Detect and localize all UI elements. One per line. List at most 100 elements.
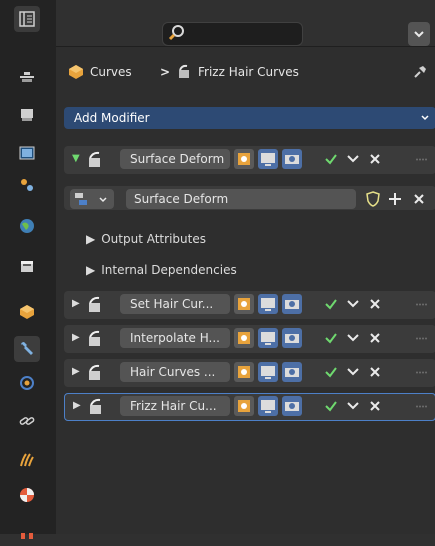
breadcrumb-separator: > — [160, 65, 171, 79]
chevron-down-icon — [421, 115, 429, 121]
drag-handle-icon[interactable] — [416, 337, 428, 340]
remove-modifier-button[interactable] — [366, 362, 384, 382]
add-modifier-button[interactable]: Add Modifier — [64, 107, 435, 129]
texture-icon[interactable] — [14, 520, 40, 546]
modifier-name-field[interactable]: Set Hair Cur... — [120, 294, 230, 314]
viewport-display-toggle[interactable] — [258, 396, 278, 416]
edit-mode-icon — [238, 332, 250, 344]
apply-check-button[interactable] — [322, 294, 340, 314]
fake-user-toggle[interactable] — [364, 189, 382, 209]
modifier-menu-button[interactable] — [344, 396, 362, 416]
render-icon[interactable] — [14, 102, 40, 128]
particles-icon[interactable] — [14, 370, 40, 396]
modifier-menu-button[interactable] — [344, 328, 362, 348]
node-group-browse-button[interactable] — [70, 189, 114, 209]
tool-settings-icon[interactable] — [14, 64, 40, 90]
output-icon[interactable] — [14, 140, 40, 166]
plus-icon — [389, 193, 401, 205]
search-input[interactable] — [162, 22, 303, 46]
modifier-panel-interpolate-hair[interactable]: ▶ Interpolate H... — [64, 325, 435, 353]
modifier-name-field[interactable]: Frizz Hair Cu... — [120, 396, 230, 416]
node-tree-icon — [75, 193, 87, 205]
material-icon[interactable] — [14, 482, 40, 508]
expand-triangle-icon[interactable]: ▶ — [72, 298, 80, 309]
unlink-node-group-button[interactable] — [410, 189, 428, 209]
close-icon — [370, 154, 380, 164]
modifier-name-field[interactable]: Hair Curves ... — [120, 362, 230, 382]
apply-check-button[interactable] — [322, 362, 340, 382]
edit-mode-toggle[interactable] — [234, 362, 254, 382]
properties-editor: Curves > Frizz Hair Curves Add Modifier … — [0, 0, 435, 539]
modifier-name: Frizz Hair Cu... — [130, 399, 217, 413]
edit-mode-icon — [238, 298, 250, 310]
expand-triangle-icon[interactable]: ▶ — [73, 400, 81, 411]
geometry-nodes-icon — [86, 296, 104, 317]
modifier-panel-set-hair-curves[interactable]: ▶ Set Hair Cur... — [64, 291, 435, 319]
world-icon[interactable] — [14, 213, 40, 239]
remove-modifier-button[interactable] — [366, 149, 384, 169]
modifier-wrench-icon[interactable] — [14, 336, 40, 362]
remove-modifier-button[interactable] — [366, 294, 384, 314]
drag-handle-icon[interactable] — [416, 158, 428, 161]
apply-check-button[interactable] — [322, 396, 340, 416]
modifier-menu-button[interactable] — [344, 149, 362, 169]
expand-triangle-icon[interactable]: ▼ — [72, 153, 80, 164]
expand-triangle-icon[interactable]: ▶ — [72, 332, 80, 343]
expand-triangle-icon[interactable]: ▶ — [72, 366, 80, 377]
render-toggle[interactable] — [282, 149, 302, 169]
apply-check-button[interactable] — [322, 328, 340, 348]
drag-handle-icon[interactable] — [416, 303, 428, 306]
modifier-name-field[interactable]: Interpolate H... — [120, 328, 230, 348]
viewport-display-toggle[interactable] — [258, 328, 278, 348]
node-group-name-field[interactable]: Surface Deform — [126, 189, 356, 209]
object-icon[interactable] — [14, 299, 40, 325]
remove-modifier-button[interactable] — [366, 328, 384, 348]
internal-dependencies-section[interactable]: ▶ Internal Dependencies — [86, 263, 237, 277]
render-toggle[interactable] — [282, 294, 302, 314]
edit-mode-icon — [238, 366, 250, 378]
render-toggle[interactable] — [282, 396, 302, 416]
drag-handle-icon[interactable] — [416, 405, 428, 408]
modifier-menu-button[interactable] — [344, 294, 362, 314]
edit-mode-toggle[interactable] — [234, 328, 254, 348]
edit-mode-toggle[interactable] — [234, 149, 254, 169]
drag-handle-icon[interactable] — [416, 371, 428, 374]
modifier-panel-frizz-hair-curves[interactable]: ▶ Frizz Hair Cu... — [64, 393, 435, 421]
monitor-icon — [261, 153, 275, 166]
search-icon — [168, 24, 186, 42]
view-layer-icon[interactable] — [14, 172, 40, 198]
constraints-icon[interactable] — [14, 408, 40, 434]
section-label: Internal Dependencies — [101, 263, 237, 277]
modifier-name: Hair Curves ... — [130, 365, 216, 379]
close-icon — [370, 367, 380, 377]
edit-mode-toggle[interactable] — [234, 396, 254, 416]
data-curves-icon[interactable] — [14, 447, 40, 473]
check-icon — [325, 333, 337, 344]
pin-icon[interactable] — [412, 64, 428, 83]
new-node-group-button[interactable] — [386, 189, 404, 209]
camera-icon — [285, 300, 299, 309]
edit-mode-icon — [238, 153, 250, 165]
modifier-panel-surface-deform[interactable]: ▼ Surface Deform — [64, 146, 435, 174]
viewport-display-toggle[interactable] — [258, 149, 278, 169]
view-options-dropdown[interactable] — [408, 22, 430, 46]
render-toggle[interactable] — [282, 362, 302, 382]
close-icon — [370, 333, 380, 343]
render-toggle[interactable] — [282, 328, 302, 348]
editor-type-icon[interactable] — [14, 6, 40, 32]
check-icon — [325, 299, 337, 310]
modifier-menu-button[interactable] — [344, 362, 362, 382]
chevron-down-icon — [347, 155, 359, 163]
chevron-down-icon — [414, 31, 424, 38]
modifier-name-field[interactable]: Surface Deform — [120, 149, 230, 169]
viewport-display-toggle[interactable] — [258, 362, 278, 382]
chevron-down-icon — [347, 300, 359, 308]
apply-check-button[interactable] — [322, 149, 340, 169]
check-icon — [325, 401, 337, 412]
modifier-panel-hair-curves[interactable]: ▶ Hair Curves ... — [64, 359, 435, 387]
viewport-display-toggle[interactable] — [258, 294, 278, 314]
collection-icon[interactable] — [14, 253, 40, 279]
output-attributes-section[interactable]: ▶ Output Attributes — [86, 232, 206, 246]
edit-mode-toggle[interactable] — [234, 294, 254, 314]
remove-modifier-button[interactable] — [366, 396, 384, 416]
